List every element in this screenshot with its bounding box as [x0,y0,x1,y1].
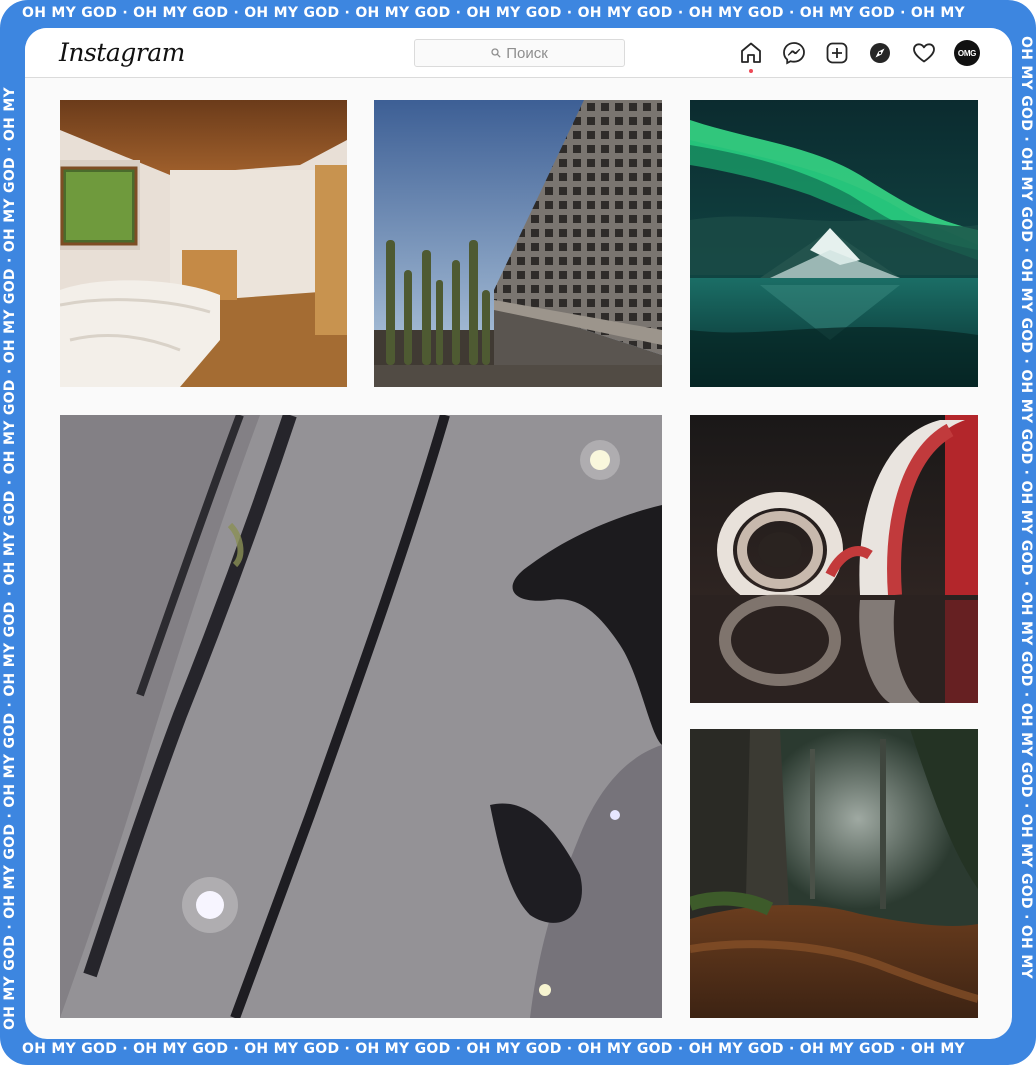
top-nav-bar: Instagram Поиск OMG [25,28,1012,78]
search-placeholder: Поиск [506,44,548,62]
video-play-icon [622,430,662,1018]
blue-frame: OH MY GOD · OH MY GOD · OH MY GOD · OH M… [0,0,1036,1065]
search-input[interactable]: Поиск [414,39,625,67]
app-window: Instagram Поиск OMG [25,28,1012,1039]
marquee-top: OH MY GOD · OH MY GOD · OH MY GOD · OH M… [22,5,965,21]
home-icon [741,42,761,63]
building-cactus-photo [374,100,662,387]
aurora-mountain-photo [690,100,978,387]
post-tile[interactable] [690,415,978,703]
home-button[interactable] [738,40,764,73]
post-tile[interactable] [690,100,978,387]
marquee-left: OH MY GOD · OH MY GOD · OH MY GOD · OH M… [2,87,18,1030]
marquee-bottom: OH MY GOD · OH MY GOD · OH MY GOD · OH M… [22,1041,965,1057]
rocky-surface-video-frame [60,415,662,1018]
activity-button[interactable] [911,40,937,66]
profile-button[interactable]: OMG [954,40,980,66]
explore-icon [870,43,890,63]
avatar: OMG [954,40,980,66]
video-post-tile[interactable] [60,415,662,1018]
instagram-logo[interactable]: Instagram [59,38,185,67]
misty-forest-photo [690,729,978,1018]
active-indicator-dot [749,69,753,73]
bedroom-photo [60,100,347,387]
spiral-bookstore-photo [690,415,978,703]
post-tile[interactable] [374,100,662,387]
new-post-button[interactable] [824,40,850,66]
post-tile[interactable] [690,729,978,1018]
heart-icon [913,43,935,63]
explore-button[interactable] [867,40,893,66]
search-icon [491,48,501,58]
new-post-icon [826,42,848,64]
marquee-right: OH MY GOD · OH MY GOD · OH MY GOD · OH M… [1018,36,1034,979]
post-tile[interactable] [60,100,347,387]
direct-messages-button[interactable] [781,40,807,66]
messenger-icon [783,42,805,65]
